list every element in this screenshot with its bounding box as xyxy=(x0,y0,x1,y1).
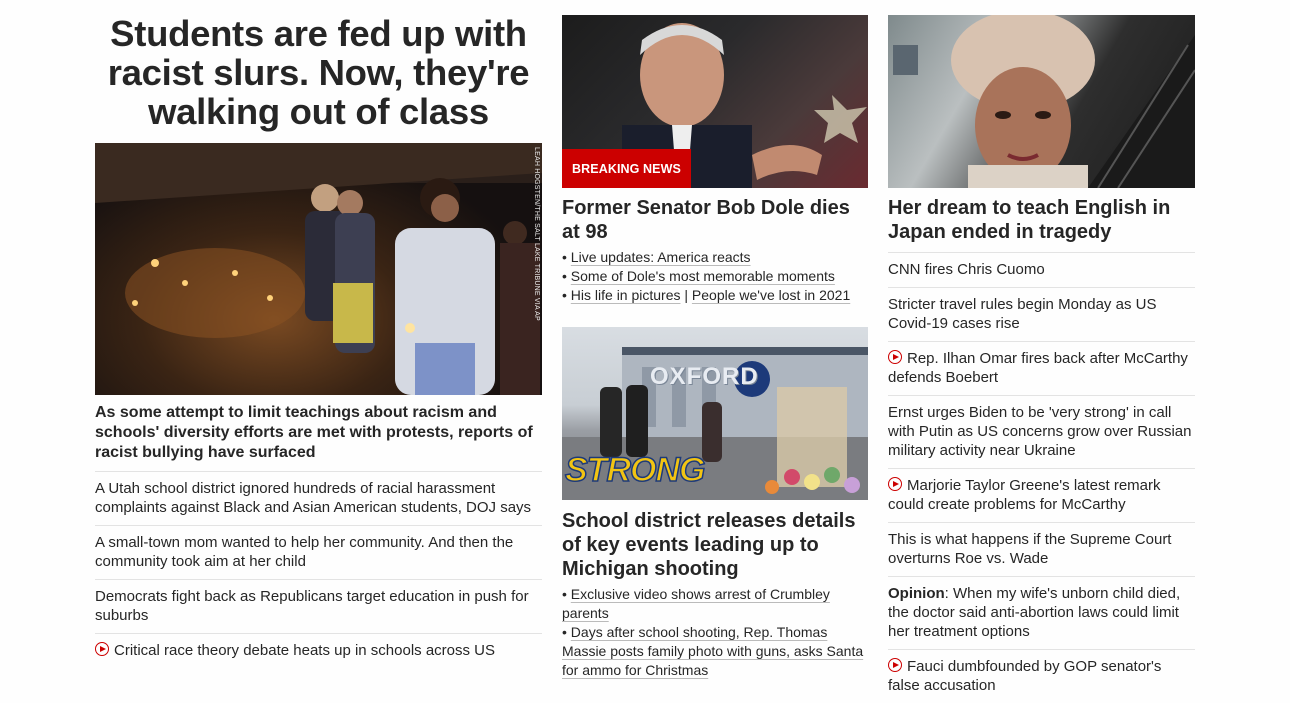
bullet-item: • Some of Dole's most memorable moments xyxy=(562,268,835,284)
photo-credit: LEAH HOGSTEN/THE SALT LAKE TRIBUNE VIA A… xyxy=(533,147,540,321)
bob-dole-image[interactable]: BREAKING NEWS xyxy=(562,15,868,188)
main-headline-link[interactable]: Students are fed up with racist slurs. N… xyxy=(95,14,542,131)
bullet-item: • Live updates: America reacts xyxy=(562,249,751,265)
bob-dole-bullets: • Live updates: America reacts • Some of… xyxy=(562,248,868,305)
separator: | xyxy=(680,287,692,303)
right-link-fauci-video[interactable]: Fauci dumbfounded by GOP senator's false… xyxy=(888,650,1195,703)
right-column: Her dream to teach English in Japan ende… xyxy=(888,0,1195,703)
left-column: Students are fed up with racist slurs. N… xyxy=(95,0,542,668)
people-lost-2021-link[interactable]: People we've lost in 2021 xyxy=(692,287,850,303)
video-play-icon xyxy=(95,642,109,656)
bullet-item: • His life in pictures | People we've lo… xyxy=(562,287,851,303)
hero-image-vigil[interactable]: LEAH HOGSTEN/THE SALT LAKE TRIBUNE VIA A… xyxy=(95,143,542,395)
link-label: Rep. Ilhan Omar fires back after McCarth… xyxy=(888,350,1188,386)
right-link-opinion[interactable]: Opinion: When my wife's unborn child die… xyxy=(888,577,1195,650)
right-link-omar-video[interactable]: Rep. Ilhan Omar fires back after McCarth… xyxy=(888,342,1195,396)
massie-photo-link[interactable]: Days after school shooting, Rep. Thomas … xyxy=(562,624,863,678)
link-label: Marjorie Taylor Greene's latest remark c… xyxy=(888,477,1161,513)
related-link-small-town-mom[interactable]: A small-town mom wanted to help her comm… xyxy=(95,526,542,580)
middle-column: BREAKING NEWS Former Senator Bob Dole di… xyxy=(562,0,868,680)
right-link-travel-rules[interactable]: Stricter travel rules begin Monday as US… xyxy=(888,288,1195,342)
michigan-bullets: • Exclusive video shows arrest of Crumbl… xyxy=(562,585,868,680)
breaking-news-badge: BREAKING NEWS xyxy=(562,149,691,188)
bullet-item: • Exclusive video shows arrest of Crumbl… xyxy=(562,586,830,621)
japan-headline-link[interactable]: Her dream to teach English in Japan ende… xyxy=(888,196,1195,253)
related-link-crt-video[interactable]: Critical race theory debate heats up in … xyxy=(95,634,542,668)
selfie-photo-illustration xyxy=(893,15,1195,188)
opinion-label: Opinion xyxy=(888,585,945,602)
right-link-cuomo[interactable]: CNN fires Chris Cuomo xyxy=(888,253,1195,288)
strong-sign-text: STRONG xyxy=(564,450,706,490)
right-link-roe[interactable]: This is what happens if the Supreme Cour… xyxy=(888,523,1195,577)
link-label: Fauci dumbfounded by GOP senator's false… xyxy=(888,658,1162,694)
lead-summary-link[interactable]: As some attempt to limit teachings about… xyxy=(95,403,542,472)
right-link-ernst[interactable]: Ernst urges Biden to be 'very strong' in… xyxy=(888,396,1195,469)
right-links-list: CNN fires Chris Cuomo Stricter travel ru… xyxy=(888,253,1195,703)
bob-dole-headline-link[interactable]: Former Senator Bob Dole dies at 98 xyxy=(562,196,868,244)
right-link-greene-video[interactable]: Marjorie Taylor Greene's latest remark c… xyxy=(888,469,1195,523)
oxford-sign-text: OXFORD xyxy=(650,363,759,390)
life-in-pictures-link[interactable]: His life in pictures xyxy=(571,287,681,303)
video-play-icon xyxy=(888,350,902,364)
related-link-doj[interactable]: A Utah school district ignored hundreds … xyxy=(95,472,542,526)
vigil-photo-illustration xyxy=(95,143,542,395)
bullet-item: • Days after school shooting, Rep. Thoma… xyxy=(562,624,864,678)
related-links-list: A Utah school district ignored hundreds … xyxy=(95,472,542,668)
live-updates-link[interactable]: Live updates: America reacts xyxy=(571,249,751,265)
video-play-icon xyxy=(888,477,902,491)
japan-teacher-image[interactable] xyxy=(888,15,1195,188)
crumbley-arrest-link[interactable]: Exclusive video shows arrest of Crumbley… xyxy=(562,586,830,621)
related-link-democrats[interactable]: Democrats fight back as Republicans targ… xyxy=(95,580,542,634)
video-play-icon xyxy=(888,658,902,672)
oxford-memorial-image[interactable]: OXFORD STRONG xyxy=(562,327,868,500)
michigan-shooting-headline-link[interactable]: School district releases details of key … xyxy=(562,509,868,581)
memorable-moments-link[interactable]: Some of Dole's most memorable moments xyxy=(571,268,835,284)
link-label: Critical race theory debate heats up in … xyxy=(114,642,496,659)
